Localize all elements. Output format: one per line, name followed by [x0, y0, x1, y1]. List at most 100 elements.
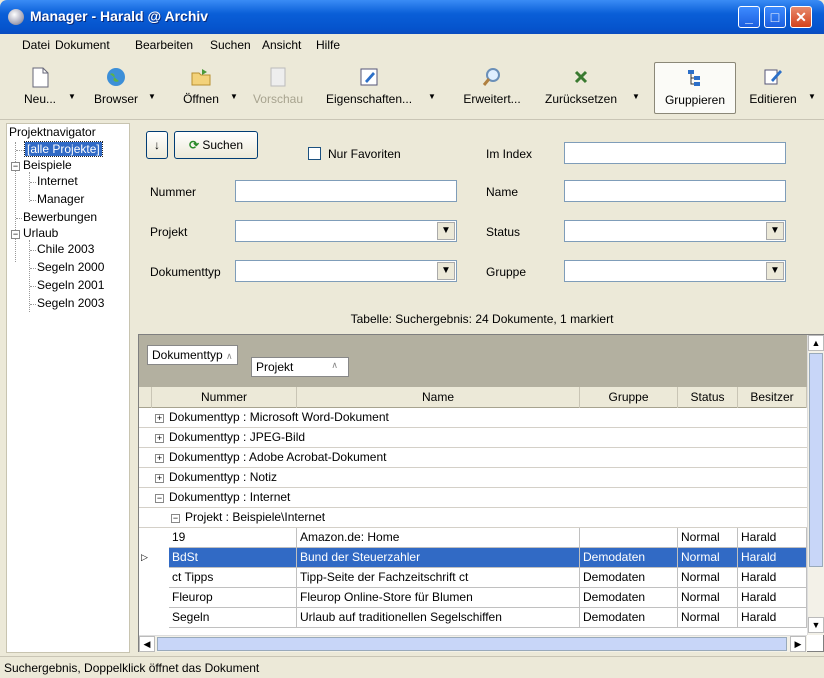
scroll-down-icon[interactable]: ▼ — [808, 617, 824, 633]
menu-bearbeiten[interactable]: Bearbeiten — [135, 38, 193, 52]
chevron-down-icon[interactable]: ▼ — [437, 262, 455, 280]
minimize-button[interactable]: _ — [738, 6, 760, 28]
header-status[interactable]: Status — [678, 387, 738, 408]
cell-besitzer: Harald — [738, 608, 807, 628]
menu-hilfe[interactable]: Hilfe — [316, 38, 340, 52]
favoriten-label: Nur Favoriten — [328, 147, 401, 161]
oeffnen-button[interactable]: Öffnen — [176, 62, 226, 114]
scroll-thumb[interactable] — [157, 637, 787, 651]
group-label: Dokumenttyp : Notiz — [169, 470, 278, 484]
nav-item-segeln-2000[interactable]: Segeln 2000 — [37, 260, 104, 274]
maximize-button[interactable]: □ — [764, 6, 786, 28]
subgroup-row[interactable]: − Projekt : Beispiele\Internet — [139, 508, 807, 528]
favoriten-checkbox[interactable] — [308, 147, 321, 160]
cell-besitzer: Harald — [738, 588, 807, 608]
suchen-button[interactable]: ⟳ Suchen — [174, 131, 258, 159]
neu-dropdown-icon[interactable]: ▼ — [68, 92, 76, 101]
status-select[interactable]: ▼ — [564, 220, 786, 242]
name-field[interactable] — [564, 180, 786, 202]
expand-arrow-button[interactable]: ↓ — [146, 131, 168, 159]
table-row[interactable]: Fleurop Fleurop Online-Store für Blumen … — [139, 588, 807, 608]
menu-dokument[interactable]: Dokument — [55, 38, 110, 52]
imindex-field[interactable] — [564, 142, 786, 164]
cell-gruppe: Demodaten — [580, 588, 678, 608]
gruppe-select[interactable]: ▼ — [564, 260, 786, 282]
expand-icon[interactable]: + — [155, 434, 164, 443]
erweitert-button[interactable]: Erweitert... — [456, 62, 528, 114]
nav-item-chile-2003[interactable]: Chile 2003 — [37, 242, 94, 256]
cell-besitzer: Harald — [738, 548, 807, 568]
collapse-icon[interactable]: − — [11, 230, 20, 239]
editieren-button[interactable]: Editieren — [742, 62, 804, 114]
group-label: Dokumenttyp : Adobe Acrobat-Dokument — [169, 450, 387, 464]
group-row[interactable]: + Dokumenttyp : JPEG-Bild — [139, 428, 807, 448]
table-row[interactable]: 19 Amazon.de: Home Normal Harald — [139, 528, 807, 548]
group-row[interactable]: + Dokumenttyp : Microsoft Word-Dokument — [139, 408, 807, 428]
menu-suchen[interactable]: Suchen — [210, 38, 251, 52]
header-nummer[interactable]: Nummer — [152, 387, 297, 408]
eigenschaften-dropdown-icon[interactable]: ▼ — [428, 92, 436, 101]
dokumenttyp-select[interactable]: ▼ — [235, 260, 457, 282]
sort-up-icon: ∧ — [226, 351, 233, 361]
cell-status: Normal — [678, 608, 738, 628]
result-grid: Dokumenttyp ∧ Projekt ∧ Nummer Name Grup… — [138, 334, 824, 652]
group-chip-dokumenttyp[interactable]: Dokumenttyp ∧ — [147, 345, 238, 365]
group-row[interactable]: + Dokumenttyp : Adobe Acrobat-Dokument — [139, 448, 807, 468]
nav-item-manager[interactable]: Manager — [37, 192, 84, 206]
nav-item-segeln-2003[interactable]: Segeln 2003 — [37, 296, 104, 310]
group-row[interactable]: + Dokumenttyp : Notiz — [139, 468, 807, 488]
vorschau-button[interactable]: Vorschau — [246, 62, 310, 114]
expand-icon[interactable]: + — [155, 474, 164, 483]
nav-item-beispiele[interactable]: Beispiele — [23, 158, 72, 172]
oeffnen-dropdown-icon[interactable]: ▼ — [230, 92, 238, 101]
toolbar: Neu... ▼ Browser ▼ Öffnen ▼ Vorschau Eig… — [0, 56, 824, 120]
horizontal-scrollbar[interactable]: ◀ ▶ — [139, 635, 807, 652]
nav-item-internet[interactable]: Internet — [37, 174, 78, 188]
vertical-scrollbar[interactable]: ▲ ▼ — [807, 335, 824, 635]
title-bar[interactable]: Manager - Harald @ Archiv _ □ ✕ — [0, 0, 824, 34]
header-besitzer[interactable]: Besitzer — [738, 387, 807, 408]
menu-datei[interactable]: Datei — [22, 38, 50, 52]
menu-ansicht[interactable]: Ansicht — [262, 38, 301, 52]
nav-item-bewerbungen[interactable]: Bewerbungen — [23, 210, 97, 224]
group-chip-projekt[interactable]: Projekt ∧ — [251, 357, 349, 377]
subgroup-label: Projekt : Beispiele\Internet — [185, 510, 326, 524]
scroll-left-icon[interactable]: ◀ — [139, 636, 155, 652]
eigenschaften-button[interactable]: Eigenschaften... — [320, 62, 418, 114]
zuruecksetzen-dropdown-icon[interactable]: ▼ — [632, 92, 640, 101]
header-gruppe[interactable]: Gruppe — [580, 387, 678, 408]
nav-item-urlaub[interactable]: Urlaub — [23, 226, 58, 240]
row-pointer-icon: ▷ — [141, 552, 148, 562]
nav-item-segeln-2001[interactable]: Segeln 2001 — [37, 278, 104, 292]
scroll-up-icon[interactable]: ▲ — [808, 335, 824, 351]
neu-button[interactable]: Neu... — [20, 62, 60, 114]
table-row[interactable]: ct Tipps Tipp-Seite der Fachzeitschrift … — [139, 568, 807, 588]
expand-icon[interactable]: + — [155, 454, 164, 463]
nummer-field[interactable] — [235, 180, 457, 202]
magnifier-icon — [482, 68, 500, 86]
header-name[interactable]: Name — [297, 387, 580, 408]
chevron-down-icon[interactable]: ▼ — [766, 222, 784, 240]
expand-icon[interactable]: + — [155, 414, 164, 423]
scroll-right-icon[interactable]: ▶ — [790, 636, 806, 652]
chevron-down-icon[interactable]: ▼ — [437, 222, 455, 240]
table-row[interactable]: Segeln Urlaub auf traditionellen Segelsc… — [139, 608, 807, 628]
scroll-thumb[interactable] — [809, 353, 823, 567]
table-row[interactable]: ▷ BdSt Bund der Steuerzahler Demodaten N… — [139, 548, 807, 568]
gruppieren-button[interactable]: Gruppieren — [654, 62, 736, 114]
group-by-bar[interactable]: Dokumenttyp ∧ Projekt ∧ — [139, 335, 807, 387]
nav-item-alle-projekte[interactable]: [alle Projekte] — [24, 141, 103, 157]
editieren-dropdown-icon[interactable]: ▼ — [808, 92, 816, 101]
collapse-icon[interactable]: − — [171, 514, 180, 523]
zuruecksetzen-button[interactable]: Zurücksetzen — [538, 62, 624, 114]
collapse-icon[interactable]: − — [11, 162, 20, 171]
browser-dropdown-icon[interactable]: ▼ — [148, 92, 156, 101]
chevron-down-icon[interactable]: ▼ — [766, 262, 784, 280]
collapse-icon[interactable]: − — [155, 494, 164, 503]
name-label: Name — [486, 185, 519, 199]
group-row[interactable]: − Dokumenttyp : Internet — [139, 488, 807, 508]
browser-button[interactable]: Browser — [90, 62, 142, 114]
cell-nummer: BdSt — [169, 548, 297, 568]
close-button[interactable]: ✕ — [790, 6, 812, 28]
projekt-select[interactable]: ▼ — [235, 220, 457, 242]
